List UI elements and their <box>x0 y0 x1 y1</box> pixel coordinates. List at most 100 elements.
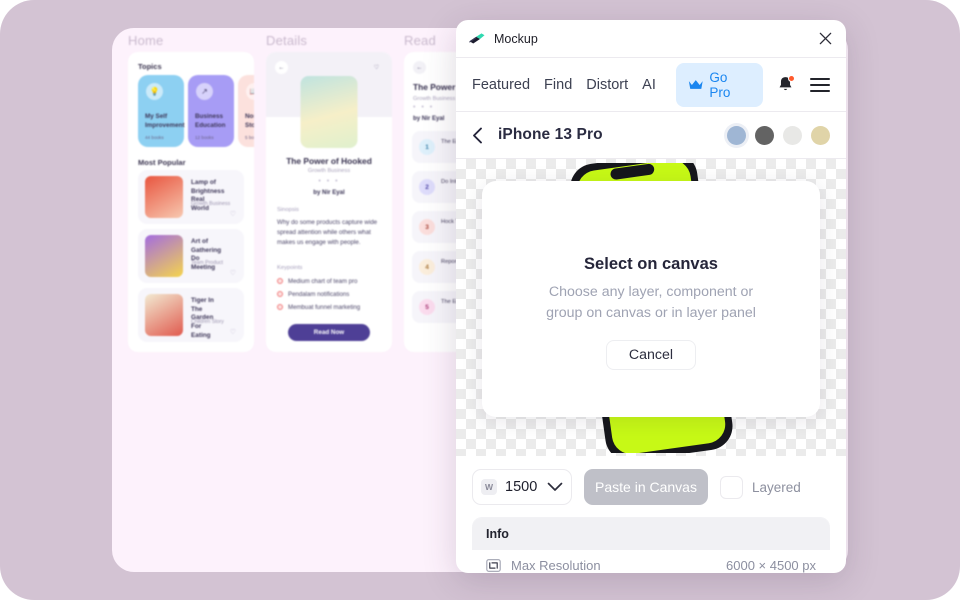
mockup-preview-canvas[interactable]: Select on canvas Choose any layer, compo… <box>456 159 846 456</box>
chart-icon: ↗ <box>196 83 213 100</box>
panel-titlebar: Mockup <box>456 20 846 58</box>
nav-featured[interactable]: Featured <box>472 77 530 93</box>
chapter-number: 1 <box>419 139 435 155</box>
navbar-right-actions <box>777 74 830 94</box>
bullet-icon <box>277 278 283 284</box>
list-item[interactable]: Lamp of Brightness Real World Growth Bus… <box>138 170 244 224</box>
swatch-silver[interactable] <box>783 125 802 145</box>
topic-meta: 12 books <box>195 135 214 140</box>
book-category: Children Story <box>191 319 224 325</box>
paste-in-canvas-button[interactable]: Paste in Canvas <box>584 469 708 505</box>
keypoint-item: Pendalam notifications <box>277 291 381 298</box>
modal-subtitle-line1: Choose any layer, component or <box>548 284 754 300</box>
chapter-number: 3 <box>419 219 435 235</box>
back-arrow-icon[interactable]: ← <box>413 61 426 74</box>
keypoint-text: Pendalam notifications <box>288 291 350 298</box>
keypoints-heading: Keypoints <box>277 265 303 271</box>
color-swatches <box>727 125 830 145</box>
width-input[interactable]: W 1500 <box>472 469 572 505</box>
action-bar: W 1500 Paste in Canvas Layered <box>456 456 846 518</box>
screenshot-root: Home Topics 💡 My Self Improvement 44 boo… <box>0 0 960 600</box>
book-title: Art of Gathering Do Meeting <box>191 238 222 271</box>
book-category: Team Product <box>191 260 224 266</box>
close-icon[interactable] <box>814 28 836 50</box>
synopsis-text: Why do some products capture wide spread… <box>277 219 378 247</box>
go-pro-label: Go Pro <box>709 69 731 100</box>
back-arrow-icon[interactable]: ← <box>275 61 288 74</box>
panel-title: Mockup <box>494 31 538 46</box>
topic-card[interactable]: ↗ Business Education 12 books <box>188 75 234 147</box>
chevron-down-icon[interactable] <box>547 482 563 492</box>
width-value[interactable]: 1500 <box>505 479 537 495</box>
book-category: Growth Business <box>307 168 351 174</box>
device-name: iPhone 13 Pro <box>498 126 603 143</box>
info-card: Info Max Resolution 6000 × 4500 px <box>472 518 830 573</box>
topic-meta: 44 books <box>145 135 164 140</box>
artboard-home[interactable]: Topics 💡 My Self Improvement 44 books ↗ … <box>128 52 254 352</box>
topic-title: Business Education <box>195 113 226 129</box>
bullet-icon <box>277 291 283 297</box>
keypoint-text: Medium chart of team pro <box>288 278 358 285</box>
chapter-number: 5 <box>419 299 435 315</box>
separator-dots: • • • <box>318 178 340 185</box>
nav-distort[interactable]: Distort <box>586 77 628 93</box>
swatch-sierra-blue[interactable] <box>727 125 746 145</box>
book-thumbnail <box>145 294 183 336</box>
heart-icon[interactable]: ♡ <box>230 210 236 218</box>
hamburger-menu-icon[interactable] <box>810 77 830 92</box>
layered-checkbox-row[interactable]: Layered <box>720 475 801 499</box>
info-label: Max Resolution <box>511 557 601 573</box>
home-topics-heading: Topics <box>138 62 162 71</box>
width-tag: W <box>481 479 497 495</box>
book-thumbnail <box>145 235 183 277</box>
topic-title: Nonfiction Story <box>245 113 254 129</box>
panel-navbar: Featured Find Distort AI Go Pro <box>456 58 846 112</box>
layered-label: Layered <box>752 479 801 495</box>
chevron-left-icon[interactable] <box>472 127 488 144</box>
swatch-gold[interactable] <box>811 125 830 145</box>
keypoint-item: Membuat funnel marketing <box>277 304 381 311</box>
layered-checkbox[interactable] <box>720 475 743 499</box>
book-category: Growth Business <box>191 201 231 207</box>
list-item[interactable]: Tiger In The Garden For Eating Children … <box>138 288 244 342</box>
bulb-icon: 💡 <box>146 83 163 100</box>
heart-icon[interactable]: ♡ <box>370 61 383 74</box>
topic-card[interactable]: 💡 My Self Improvement 44 books <box>138 75 185 147</box>
list-item[interactable]: Art of Gathering Do Meeting Team Product… <box>138 229 244 283</box>
book-category: Growth Business <box>413 96 456 102</box>
info-heading: Info <box>472 518 830 550</box>
book-cover <box>300 76 358 148</box>
bell-icon[interactable] <box>777 74 795 94</box>
heart-icon[interactable]: ♡ <box>230 269 236 277</box>
modal-title: Select on canvas <box>584 255 718 273</box>
info-value: 6000 × 4500 px <box>726 557 816 573</box>
read-now-button[interactable]: Read Now <box>288 324 370 341</box>
resolution-icon <box>486 558 501 572</box>
cancel-button[interactable]: Cancel <box>606 340 696 371</box>
synopsis-heading: Sinopsis <box>277 207 299 213</box>
separator-dots: • • • <box>413 104 435 111</box>
book-author: by Nir Eyal <box>313 189 345 196</box>
bullet-icon <box>277 304 283 310</box>
topic-meta: 5 books <box>245 135 254 140</box>
topic-title: My Self Improvement <box>145 113 185 129</box>
mockup-plugin-panel[interactable]: Mockup Featured Find Distort AI Go Pro i… <box>456 20 846 573</box>
book-author: by Nir Eyal <box>413 115 445 122</box>
artboard-details[interactable]: ← ♡ The Power of Hooked Growth Business … <box>266 52 392 352</box>
book-thumbnail <box>145 176 183 218</box>
heart-icon[interactable]: ♡ <box>230 328 236 336</box>
modal-subtitle-line2: group on canvas or in layer panel <box>546 304 756 321</box>
swatch-graphite[interactable] <box>755 125 774 145</box>
device-header: iPhone 13 Pro <box>456 112 846 159</box>
info-row-max-resolution: Max Resolution 6000 × 4500 px <box>472 550 830 573</box>
select-on-canvas-modal: Select on canvas Choose any layer, compo… <box>482 181 820 417</box>
artboard-label-details: Details <box>266 33 308 48</box>
nav-ai[interactable]: AI <box>642 77 656 93</box>
topic-card[interactable]: 📖 Nonfiction Story 5 books <box>238 75 254 147</box>
keypoint-item: Medium chart of team pro <box>277 278 381 285</box>
chapter-number: 4 <box>419 259 435 275</box>
home-popular-heading: Most Popular <box>138 158 186 167</box>
nav-find[interactable]: Find <box>544 77 572 93</box>
book-title: The Power of Hooked <box>286 156 372 166</box>
go-pro-button[interactable]: Go Pro <box>675 62 763 107</box>
